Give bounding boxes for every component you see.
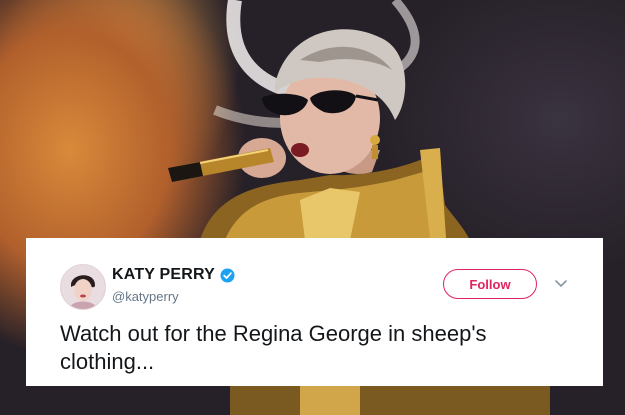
display-name[interactable]: KATY PERRY bbox=[112, 266, 215, 284]
name-row: KATY PERRY bbox=[112, 266, 235, 284]
microphone-head bbox=[168, 162, 203, 182]
mouth bbox=[291, 143, 309, 157]
verified-badge-icon bbox=[220, 268, 235, 283]
avatar-portrait-icon bbox=[61, 265, 105, 309]
avatar[interactable] bbox=[60, 264, 106, 310]
user-handle[interactable]: @katyperry bbox=[112, 289, 179, 304]
costume-lower-highlight bbox=[300, 386, 360, 415]
costume-lower bbox=[230, 386, 550, 415]
tweet-card: KATY PERRY @katyperry Follow Watch out f… bbox=[26, 238, 603, 386]
screenshot-stage: KATY PERRY @katyperry Follow Watch out f… bbox=[0, 0, 625, 415]
follow-button[interactable]: Follow bbox=[443, 269, 537, 299]
earring bbox=[370, 135, 380, 145]
chevron-down-icon[interactable] bbox=[554, 279, 568, 289]
earring-drop bbox=[372, 145, 378, 159]
tweet-text: Watch out for the Regina George in sheep… bbox=[60, 321, 487, 374]
